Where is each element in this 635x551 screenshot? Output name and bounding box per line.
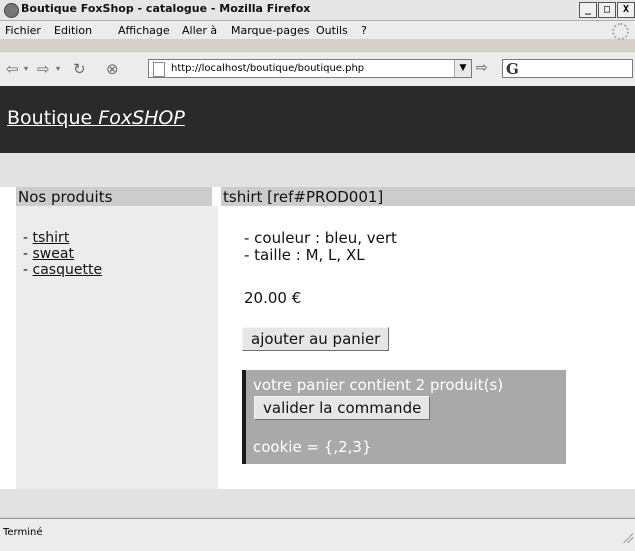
product-header: tshirt [ref#PROD001]	[221, 187, 635, 206]
product-link-sweat[interactable]: sweat	[33, 246, 74, 262]
throbber-icon	[612, 23, 629, 40]
site-title-link[interactable]: Boutique FoxSHOP	[7, 107, 185, 129]
close-icon[interactable]: X	[617, 2, 635, 18]
product-link-casquette[interactable]: casquette	[33, 262, 103, 278]
navigation-toolbar: ⇦ ▾ ⇨ ▾ ↻ ⊗ http://localhost/boutique/bo…	[0, 51, 635, 87]
product-list: - tshirt - sweat - casquette	[23, 230, 102, 278]
product-price: 20.00 €	[244, 289, 302, 307]
status-text: Terminé	[3, 527, 43, 538]
back-icon[interactable]: ⇦	[6, 60, 19, 78]
sidebar-header: Nos produits	[16, 187, 212, 206]
page-content: Boutique FoxSHOP Nos produits - tshirt -…	[0, 86, 635, 517]
validate-order-button[interactable]: valider la commande	[254, 396, 431, 420]
menu-outils[interactable]: Outils	[316, 24, 348, 37]
browser-window: Boutique FoxShop - catalogue - Mozilla F…	[0, 0, 635, 551]
add-to-cart-button[interactable]: ajouter au panier	[242, 327, 390, 351]
forward-icon[interactable]: ⇨	[37, 60, 50, 78]
sidebar-title: Nos produits	[18, 188, 113, 206]
product-panel: - couleur : bleu, vert - taille : M, L, …	[221, 206, 635, 489]
attribute-color: - couleur : bleu, vert	[244, 229, 397, 247]
cart-summary: votre panier contient 2 produit(s)	[253, 376, 504, 394]
menu-fichier[interactable]: Fichier	[5, 24, 41, 37]
list-item: - sweat	[23, 246, 74, 262]
window-controls: _ □ X	[578, 2, 635, 18]
maximize-icon[interactable]: □	[598, 2, 616, 18]
go-icon[interactable]: ⇨	[476, 60, 488, 76]
menu-affichage[interactable]: Affichage	[118, 24, 170, 37]
attribute-size: - taille : M, L, XL	[244, 246, 365, 264]
reload-icon[interactable]: ↻	[73, 60, 86, 78]
firefox-icon	[4, 3, 19, 18]
site-title-brand: FoxSHOP	[98, 107, 185, 129]
menu-marque-pages[interactable]: Marque-pages	[231, 24, 309, 37]
menu-edition[interactable]: Edition	[54, 24, 92, 37]
cookie-value: cookie = {,2,3}	[253, 438, 372, 456]
cart-box: votre panier contient 2 produit(s) valid…	[242, 370, 566, 464]
product-link-tshirt[interactable]: tshirt	[33, 230, 70, 246]
page-icon	[153, 62, 165, 77]
product-title: tshirt [ref#PROD001]	[223, 188, 384, 206]
menu-aller[interactable]: Aller à	[182, 24, 217, 37]
footer-strip	[0, 489, 635, 517]
title-bar: Boutique FoxShop - catalogue - Mozilla F…	[0, 0, 635, 21]
resize-grip-icon[interactable]	[623, 533, 633, 543]
url-text[interactable]: http://localhost/boutique/boutique.php	[171, 63, 364, 74]
status-bar: Terminé	[0, 518, 635, 551]
url-dropdown-icon[interactable]: ▼	[454, 60, 471, 77]
list-item: - casquette	[23, 262, 103, 278]
forward-dropdown-icon[interactable]: ▾	[56, 64, 60, 73]
header-strip	[0, 153, 635, 187]
url-bar[interactable]: http://localhost/boutique/boutique.php ▼	[148, 59, 472, 78]
google-search-icon[interactable]: G	[506, 60, 519, 78]
minimize-icon[interactable]: _	[579, 2, 597, 18]
site-title-text: Boutique	[7, 107, 99, 129]
menu-help[interactable]: ?	[361, 24, 367, 37]
search-bar[interactable]: G	[502, 59, 633, 78]
stop-icon[interactable]: ⊗	[106, 60, 119, 78]
back-dropdown-icon[interactable]: ▾	[24, 64, 28, 73]
product-attributes: - couleur : bleu, vert - taille : M, L, …	[244, 230, 397, 264]
menu-bar: Fichier Edition Affichage Aller à Marque…	[0, 21, 635, 40]
sidebar: - tshirt - sweat - casquette	[16, 206, 218, 489]
list-item: - tshirt	[23, 230, 70, 246]
site-header: Boutique FoxSHOP	[0, 86, 635, 153]
window-title: Boutique FoxShop - catalogue - Mozilla F…	[21, 2, 311, 15]
